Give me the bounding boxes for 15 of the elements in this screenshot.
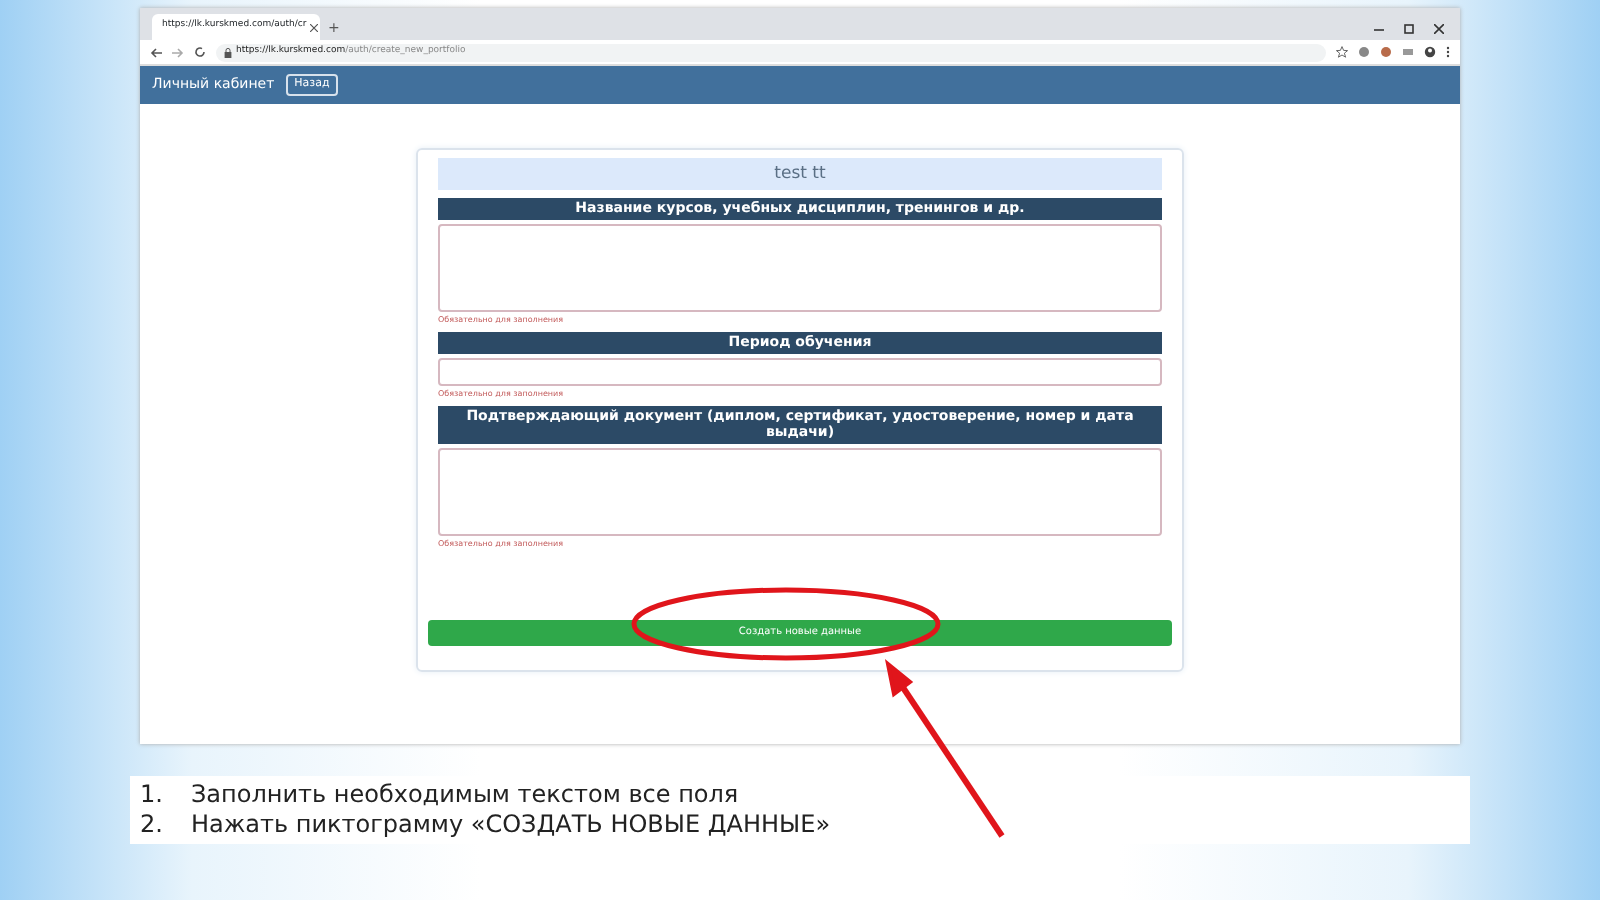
input-field[interactable] <box>438 357 1162 385</box>
profile-icon[interactable] <box>1424 46 1436 58</box>
close-icon[interactable] <box>1434 24 1444 34</box>
minimize-icon[interactable] <box>1374 24 1384 34</box>
reload-icon[interactable] <box>194 46 206 58</box>
lock-icon <box>224 47 232 57</box>
instruction-text: Нажать пиктограмму «СОЗДАТЬ НОВЫЕ ДАННЫЕ» <box>190 810 831 840</box>
form-title: test tt <box>438 158 1162 190</box>
back-arrow-icon[interactable] <box>150 47 162 57</box>
instruction-text: Заполнить необходимым текстом все поля <box>190 780 739 810</box>
star-icon[interactable] <box>1336 46 1348 58</box>
restore-icon[interactable] <box>1404 24 1414 34</box>
list-number: 2. <box>140 810 163 840</box>
list-number: 1. <box>140 780 163 810</box>
tab-close-icon[interactable] <box>310 23 319 31</box>
